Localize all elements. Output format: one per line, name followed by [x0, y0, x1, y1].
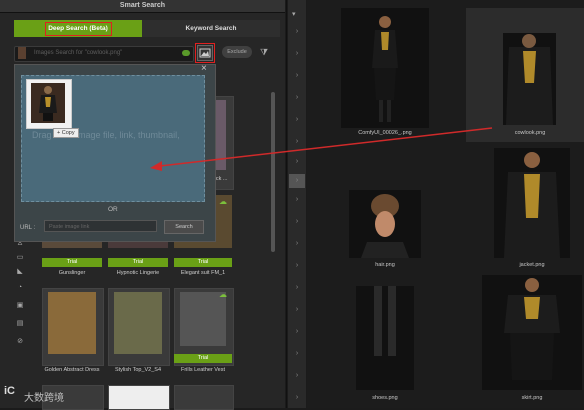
drag-arrow-line: [159, 127, 493, 167]
arrowhead-icon: [150, 161, 162, 171]
drag-arrow-overlay: [150, 127, 493, 171]
